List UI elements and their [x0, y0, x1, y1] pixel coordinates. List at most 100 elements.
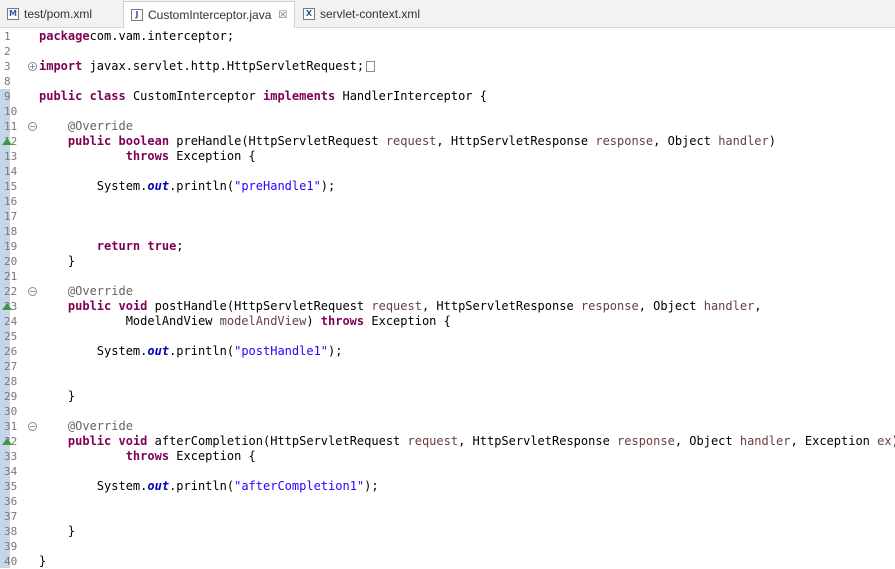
folded-region-box[interactable] — [366, 61, 376, 72]
code-line[interactable]: 9 public class CustomInterceptor implemen… — [0, 89, 895, 104]
code-line[interactable]: 28 — [0, 374, 895, 389]
code-line[interactable]: 35 System.out.println("afterCompletion1"… — [0, 479, 895, 494]
java-code-editor[interactable]: 1 packagecom.vam.interceptor; 2 3 + import ja… — [0, 28, 895, 568]
code-token: afterCompletion(HttpServletRequest — [147, 434, 408, 448]
override-indicator-icon[interactable] — [2, 138, 12, 145]
code-token: , HttpServletResponse — [436, 134, 596, 148]
collapse-fold-icon[interactable]: − — [28, 287, 37, 296]
code-token: @Override — [67, 419, 133, 433]
code-line[interactable]: 39 — [0, 539, 895, 554]
code-line[interactable]: 25 — [0, 329, 895, 344]
code-text: public void afterCompletion(HttpServletR… — [39, 434, 895, 449]
code-token: ModelAndView — [39, 314, 220, 328]
code-token: throws — [320, 314, 365, 328]
code-token: ) — [306, 314, 321, 328]
code-line[interactable]: 11 − @Override — [0, 119, 895, 134]
line-number: 39 — [4, 540, 18, 553]
code-token: response — [580, 299, 639, 313]
code-line[interactable]: 10 — [0, 104, 895, 119]
line-number: 19 — [4, 240, 18, 253]
code-line[interactable]: 31 − @Override — [0, 419, 895, 434]
code-text: } — [39, 554, 46, 569]
close-tab-icon[interactable]: ☒ — [278, 10, 287, 21]
code-line[interactable]: 8 — [0, 74, 895, 89]
code-line[interactable]: 34 — [0, 464, 895, 479]
code-line[interactable]: 20 } — [0, 254, 895, 269]
code-line[interactable]: 40} — [0, 554, 895, 569]
line-number: 10 — [4, 105, 18, 118]
line-number: 20 — [4, 255, 18, 268]
code-line[interactable]: 17 — [0, 209, 895, 224]
code-token: void — [118, 299, 148, 313]
line-number: 21 — [4, 270, 18, 283]
code-token: void — [118, 434, 148, 448]
code-line[interactable]: 3 + import javax.servlet.http.HttpServletR… — [0, 59, 895, 74]
code-token: postHandle(HttpServletRequest — [147, 299, 372, 313]
code-text: packagecom.vam.interceptor; — [39, 29, 234, 44]
code-token: out — [147, 344, 170, 358]
code-line[interactable]: 16 — [0, 194, 895, 209]
tab-pom-xml[interactable]: M test/pom.xml — [0, 2, 118, 26]
code-line[interactable]: 24 ModelAndView modelAndView) throws Exc… — [0, 314, 895, 329]
code-line[interactable]: 2 — [0, 44, 895, 59]
line-number: 35 — [4, 480, 18, 493]
line-number: 3 — [4, 60, 11, 73]
line-number: 34 — [4, 465, 18, 478]
code-line[interactable]: 12 public boolean preHandle(HttpServletR… — [0, 134, 895, 149]
code-line[interactable]: 22 − @Override — [0, 284, 895, 299]
code-token: .println( — [169, 479, 235, 493]
code-line[interactable]: 15 System.out.println("preHandle1"); — [0, 179, 895, 194]
code-line[interactable]: 23 public void postHandle(HttpServletReq… — [0, 299, 895, 314]
code-line[interactable]: 37 — [0, 509, 895, 524]
code-line[interactable]: 30 — [0, 404, 895, 419]
code-line[interactable]: 36 — [0, 494, 895, 509]
tab-custom-interceptor-java[interactable]: J CustomInterceptor.java ☒ — [123, 1, 295, 28]
code-line[interactable]: 19 return true; — [0, 239, 895, 254]
code-line[interactable]: 21 — [0, 269, 895, 284]
code-text: @Override — [39, 284, 133, 299]
line-number: 15 — [4, 180, 18, 193]
line-number: 16 — [4, 195, 18, 208]
code-token: package — [39, 29, 90, 43]
code-token: com.vam.interceptor; — [89, 29, 235, 43]
tab-label: servlet-context.xml — [320, 7, 421, 21]
code-line[interactable]: 13 throws Exception { — [0, 149, 895, 164]
code-line[interactable]: 32 public void afterCompletion(HttpServl… — [0, 434, 895, 449]
code-text: public void postHandle(HttpServletReques… — [39, 299, 762, 314]
tab-servlet-context-xml[interactable]: X servlet-context.xml — [296, 2, 436, 26]
code-token: @Override — [67, 284, 133, 298]
code-token: } — [39, 554, 47, 568]
code-token: .println( — [169, 179, 235, 193]
code-line[interactable]: 26 System.out.println("postHandle1"); — [0, 344, 895, 359]
code-text: } — [39, 524, 75, 539]
code-text: import javax.servlet.http.HttpServletReq… — [39, 59, 376, 74]
code-text: } — [39, 254, 75, 269]
line-number: 9 — [4, 90, 11, 103]
code-token: , Exception — [790, 434, 878, 448]
line-number: 28 — [4, 375, 18, 388]
code-text: @Override — [39, 419, 133, 434]
code-token: , Object — [638, 299, 704, 313]
collapse-fold-icon[interactable]: − — [28, 422, 37, 431]
code-line[interactable]: 38 } — [0, 524, 895, 539]
code-token: return — [96, 239, 141, 253]
override-indicator-icon[interactable] — [2, 438, 12, 445]
expand-fold-icon[interactable]: + — [28, 62, 37, 71]
code-line[interactable]: 1 packagecom.vam.interceptor; — [0, 29, 895, 44]
override-indicator-icon[interactable] — [2, 303, 12, 310]
code-line[interactable]: 18 — [0, 224, 895, 239]
code-token: javax.servlet.http.HttpServletRequest; — [82, 59, 365, 73]
code-token: true — [147, 239, 177, 253]
code-token: , — [754, 299, 762, 313]
code-line[interactable]: 29 } — [0, 389, 895, 404]
code-line[interactable]: 33 throws Exception { — [0, 449, 895, 464]
collapse-fold-icon[interactable]: − — [28, 122, 37, 131]
code-token: ; — [176, 239, 184, 253]
code-line[interactable]: 14 — [0, 164, 895, 179]
code-line[interactable]: 27 — [0, 359, 895, 374]
